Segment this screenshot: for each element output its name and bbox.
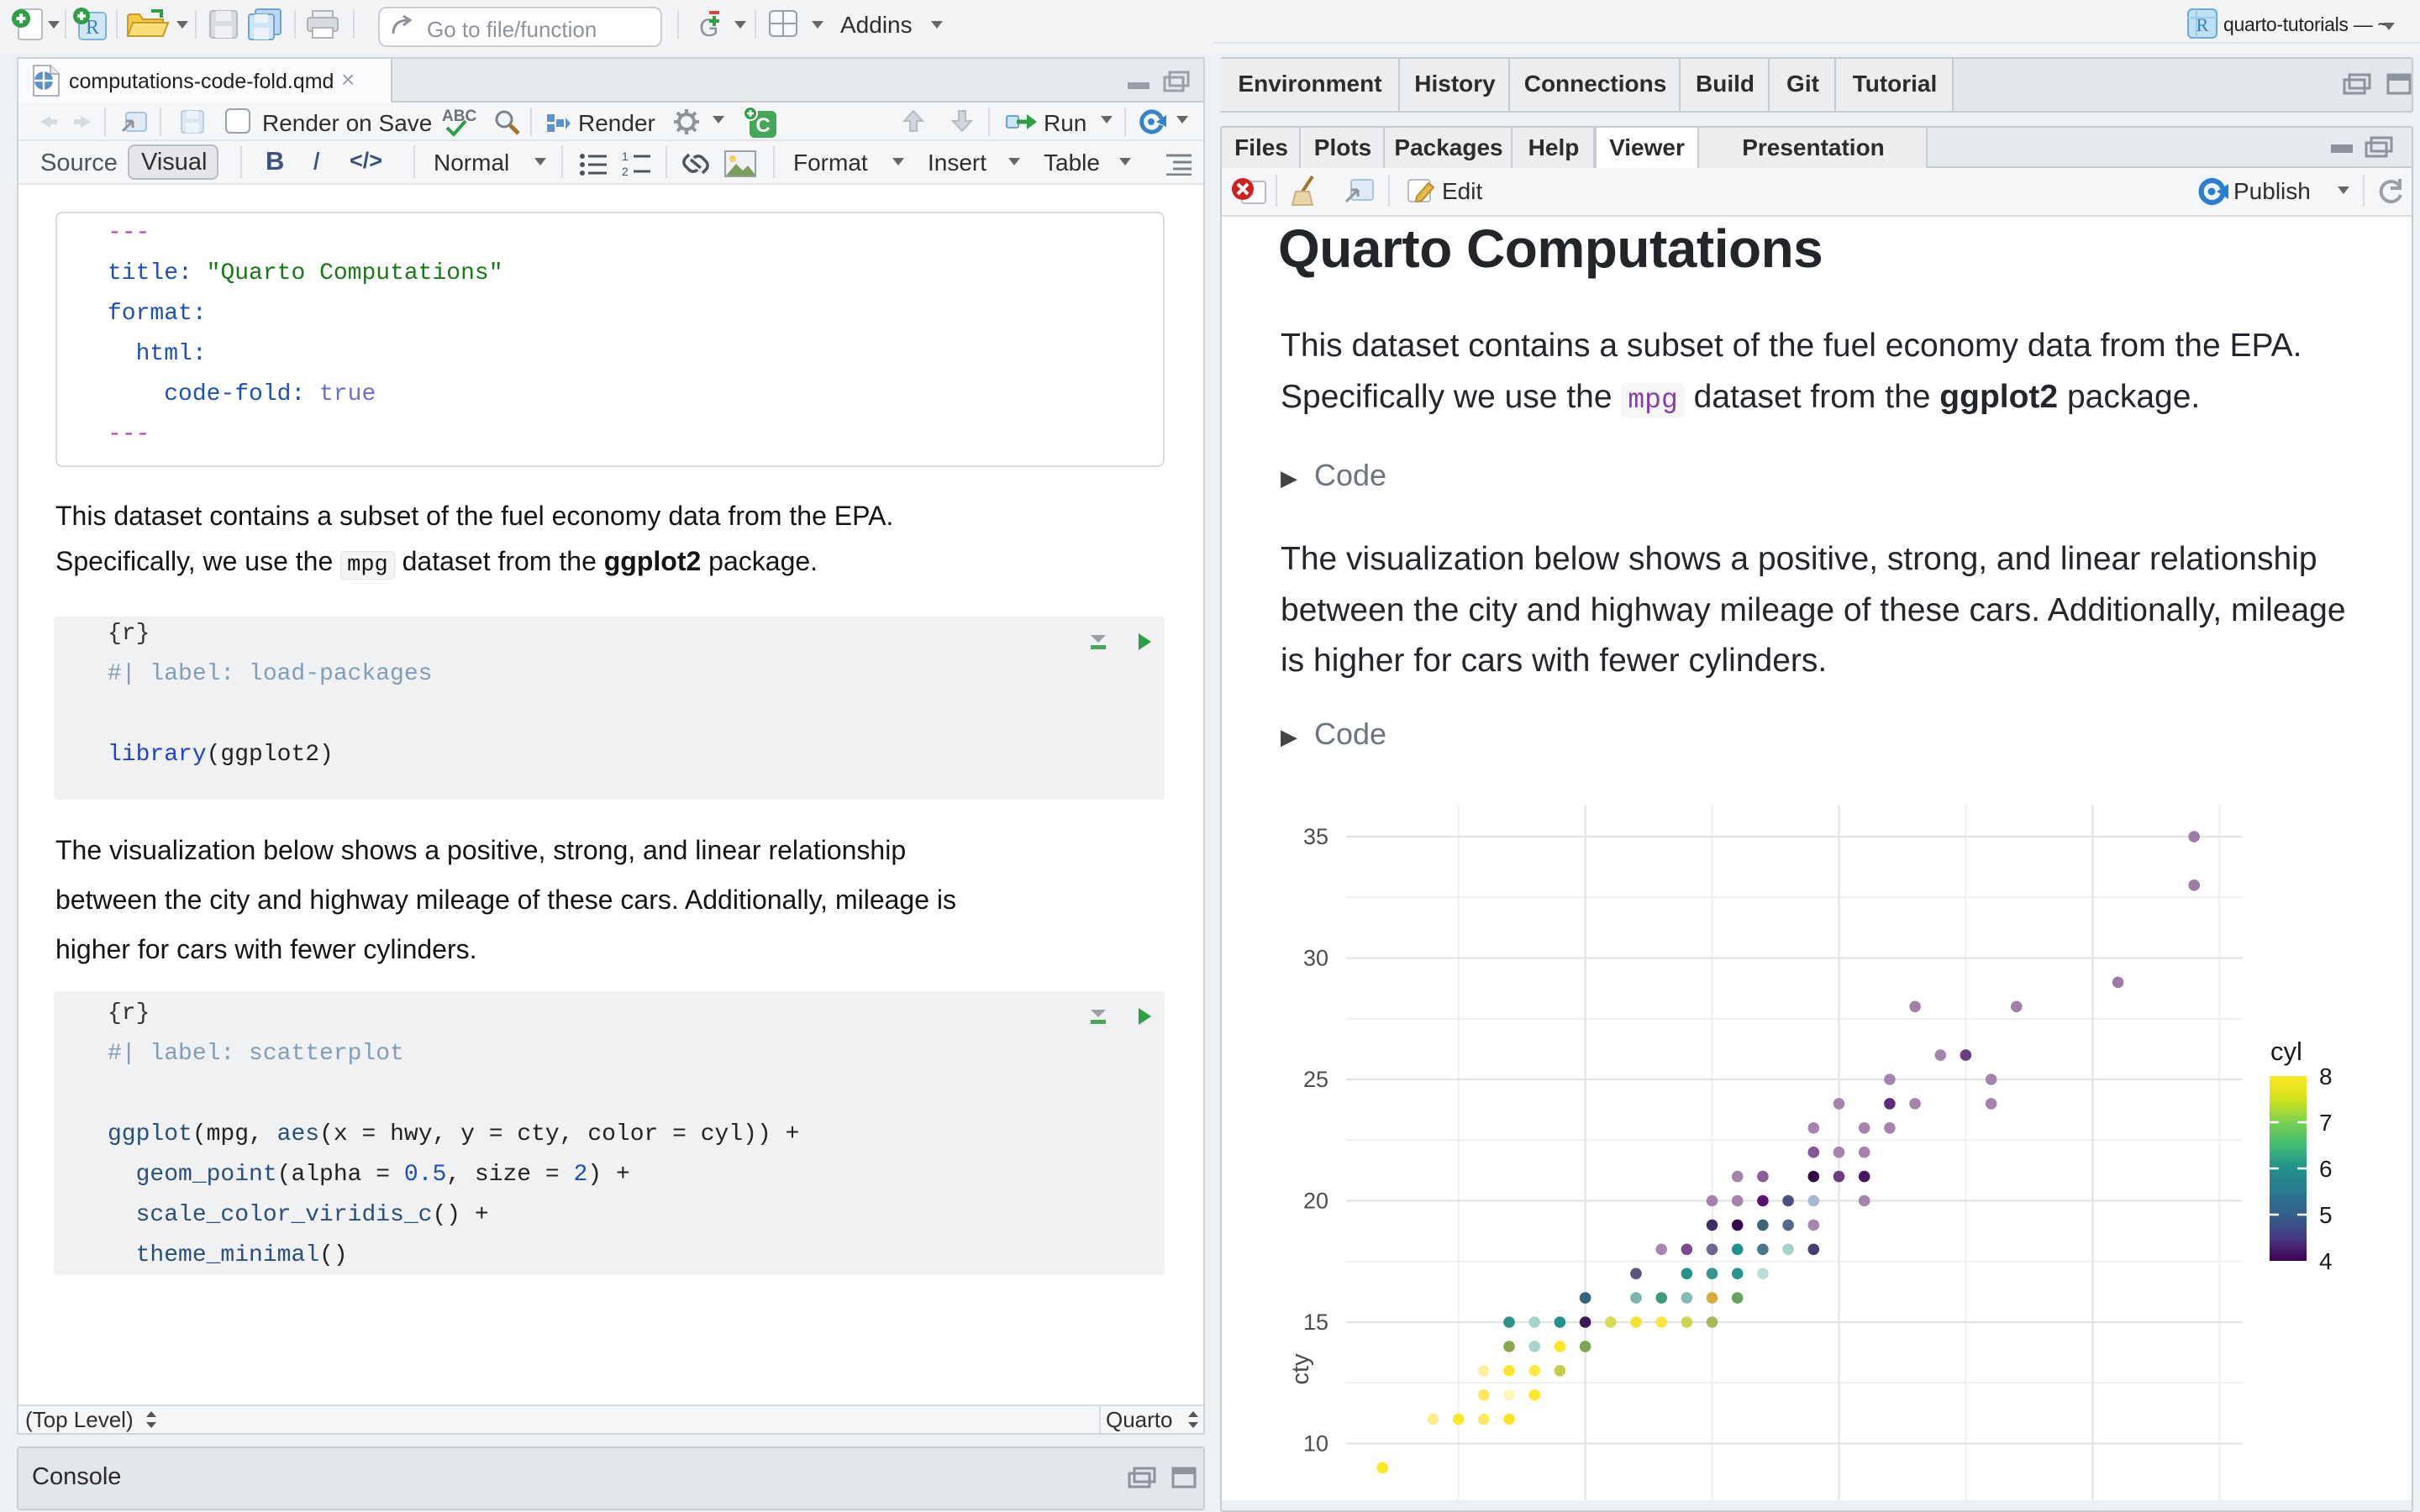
svg-text:ABC: ABC	[442, 108, 476, 125]
svg-text:8: 8	[2319, 1063, 2333, 1089]
svg-text:cty: cty	[1287, 1353, 1314, 1385]
svg-text:R: R	[2196, 14, 2209, 35]
svg-text:25: 25	[1303, 1067, 1328, 1092]
svg-text:15: 15	[1303, 1310, 1328, 1335]
svg-text:30: 30	[1303, 946, 1328, 971]
svg-text:20: 20	[1303, 1189, 1328, 1214]
svg-text:cyl: cyl	[2270, 1037, 2302, 1066]
svg-text:5: 5	[2319, 1202, 2333, 1228]
svg-text:4: 4	[2319, 1248, 2333, 1274]
svg-text:6: 6	[2319, 1156, 2333, 1182]
svg-text:C: C	[755, 114, 770, 137]
svg-text:1: 1	[622, 151, 629, 163]
svg-text:7: 7	[2319, 1110, 2333, 1136]
svg-text:35: 35	[1303, 824, 1328, 849]
svg-text:2: 2	[622, 165, 629, 176]
svg-text:10: 10	[1303, 1431, 1328, 1457]
